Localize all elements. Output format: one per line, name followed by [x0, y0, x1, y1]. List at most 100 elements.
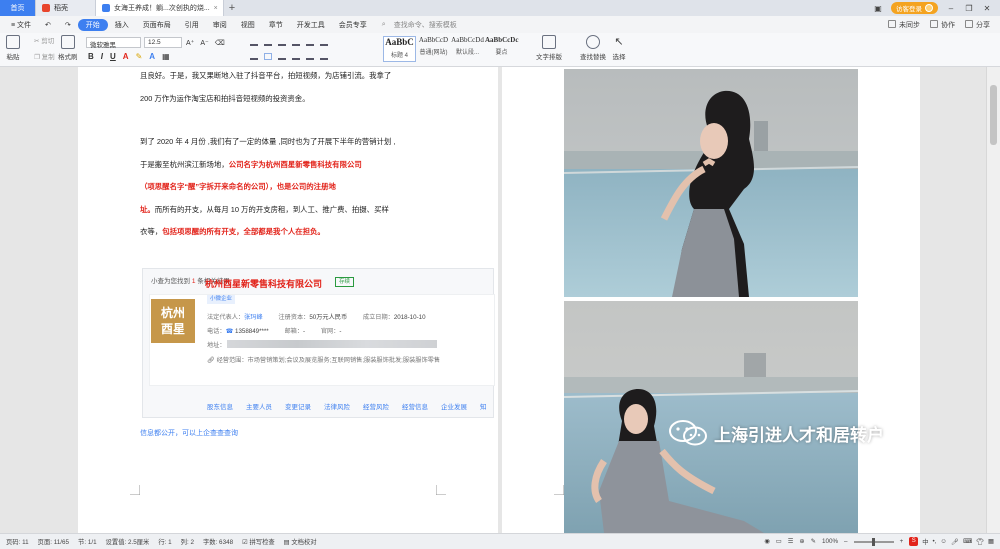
text-layout-button[interactable]: 文字排版 — [536, 35, 562, 61]
company-tag: 小微企业 — [207, 295, 236, 304]
card-tab-changes[interactable]: 变更记录 — [285, 401, 311, 411]
input-language[interactable]: 中 — [922, 537, 928, 546]
undo-icon[interactable]: ↶ — [38, 21, 58, 29]
view-pen-icon[interactable]: ✎ — [811, 538, 816, 545]
redo-icon[interactable]: ↷ — [58, 21, 78, 29]
vertical-scrollbar[interactable] — [986, 67, 1000, 533]
document-page-right[interactable] — [502, 67, 920, 533]
bullet-list-icon[interactable] — [250, 39, 258, 46]
zoom-slider[interactable] — [853, 537, 894, 546]
shading-icon[interactable] — [320, 53, 328, 60]
punctuation-icon[interactable]: •, — [933, 538, 937, 545]
document-page-left[interactable]: 且良好。于是，我又果断地入驻了抖音平台，拍短视频，为店铺引流。我拿了 200 万… — [78, 67, 498, 533]
line-spacing-icon[interactable] — [306, 53, 314, 60]
menu-references[interactable]: 引用 — [178, 20, 206, 30]
card-tab-legal-risk[interactable]: 法律风险 — [324, 401, 350, 411]
style-normal-web[interactable]: AaBbCcD 普通(网站) — [417, 36, 450, 62]
sort-icon[interactable] — [306, 39, 314, 46]
tab-home[interactable]: 首页 — [0, 0, 36, 16]
skin-icon[interactable]: 👕︎ — [976, 538, 984, 546]
view-outline-icon[interactable]: ☰ — [788, 538, 794, 545]
text-color-icon[interactable]: A — [149, 52, 155, 61]
shrink-font-icon[interactable]: A⁻ — [200, 39, 208, 47]
align-center-icon[interactable] — [264, 53, 272, 60]
highlight-icon[interactable]: ✎ — [136, 52, 143, 61]
collab-button[interactable]: 协作 — [930, 19, 955, 30]
underline-button[interactable]: U — [110, 52, 116, 61]
menu-insert[interactable]: 插入 — [108, 20, 136, 30]
sogou-icon[interactable]: S — [909, 537, 919, 546]
brush-icon — [60, 35, 75, 49]
qichacha-link[interactable]: 信息都公开，可以上企查查查询 — [140, 428, 238, 438]
scrollbar-thumb[interactable] — [990, 85, 997, 145]
zoom-in-button[interactable]: + — [900, 538, 904, 545]
select-button[interactable]: ↖ 选择 — [612, 35, 626, 61]
tab-document[interactable]: 女海王养成！躺...次创执的烧... × — [96, 0, 224, 16]
card-tab-business-risk[interactable]: 经营风险 — [363, 401, 389, 411]
emoji-icon[interactable]: ☺ — [941, 538, 947, 545]
menu-developer[interactable]: 开发工具 — [290, 20, 332, 30]
menu-start[interactable]: 开始 — [77, 18, 108, 31]
font-size-select[interactable]: 12.5 — [144, 37, 182, 48]
company-name[interactable]: 杭州酉星新零售科技有限公司 — [205, 277, 322, 290]
card-tab-key-people[interactable]: 主要人员 — [246, 401, 272, 411]
tab-docer[interactable]: 稻壳 — [36, 0, 96, 16]
menu-page-layout[interactable]: 页面布局 — [136, 20, 178, 30]
card-tab-business-info[interactable]: 经营信息 — [402, 401, 428, 411]
menu-file[interactable]: ≡ 文件 — [4, 20, 38, 30]
font-name-select[interactable]: 微软雅黑 — [86, 37, 141, 49]
new-tab-button[interactable]: + — [224, 0, 240, 16]
grid-icon[interactable]: ▦ — [988, 538, 994, 545]
copy-button[interactable]: ❐ 复制 — [34, 51, 55, 61]
align-right-icon[interactable] — [278, 53, 286, 60]
format-buttons: B I U A ✎ A ▦ — [88, 52, 170, 61]
increase-indent-icon[interactable] — [292, 39, 300, 46]
layout-icon[interactable]: ▣ — [873, 4, 883, 13]
justify-icon[interactable] — [292, 53, 300, 60]
spell-check-button[interactable]: ☑ 拼写检查 — [242, 537, 275, 546]
format-painter-button[interactable]: 格式刷 — [58, 35, 78, 61]
menu-review[interactable]: 审阅 — [206, 20, 234, 30]
card-tab-more[interactable]: 知 — [480, 401, 487, 411]
document-workspace: 且良好。于是，我又果断地入驻了抖音平台，拍短视频，为店铺引流。我拿了 200 万… — [0, 67, 1000, 533]
login-button[interactable]: 访客登录 — [891, 2, 938, 14]
mic-icon[interactable]: 🎤︎ — [951, 538, 959, 546]
card-tab-shareholders[interactable]: 股东信息 — [207, 401, 233, 411]
minimize-button[interactable]: – — [946, 4, 956, 13]
menu-view[interactable]: 视图 — [234, 20, 262, 30]
zoom-out-button[interactable]: – — [844, 538, 848, 545]
share-button[interactable]: 分享 — [965, 19, 990, 30]
border-icon[interactable]: ▦ — [162, 52, 170, 61]
numbered-list-icon[interactable] — [264, 39, 272, 46]
style-key-points[interactable]: AaBbCcDc 要点 — [485, 36, 518, 62]
show-marks-icon[interactable] — [320, 39, 328, 46]
decrease-indent-icon[interactable] — [278, 39, 286, 46]
status-pages[interactable]: 页面: 11/65 — [38, 537, 69, 546]
view-page-icon[interactable]: ▭ — [776, 538, 782, 545]
close-button[interactable]: ✕ — [982, 4, 992, 13]
style-default[interactable]: AaBbCcDd 默认段... — [451, 36, 484, 62]
style-heading4[interactable]: AaBbC 标题 4 — [383, 36, 416, 62]
bold-button[interactable]: B — [88, 52, 94, 61]
align-left-icon[interactable] — [250, 53, 258, 60]
italic-button[interactable]: I — [101, 52, 103, 61]
grow-font-icon[interactable]: A⁺ — [186, 39, 194, 47]
keyboard-icon[interactable]: ⌨ — [963, 538, 972, 545]
zoom-level[interactable]: 100% — [822, 538, 838, 545]
find-replace-button[interactable]: 查找替换 — [580, 35, 606, 61]
command-search[interactable]: ⌕ 查找命令、搜索模板 — [382, 20, 457, 30]
sync-button[interactable]: 未同步 — [888, 19, 920, 30]
menu-chapter[interactable]: 章节 — [262, 20, 290, 30]
view-web-icon[interactable]: ⊕ — [799, 538, 804, 545]
cut-button[interactable]: ✂ 剪切 — [34, 35, 54, 45]
close-tab-icon[interactable]: × — [210, 5, 218, 12]
menu-member[interactable]: 会员专享 — [332, 20, 374, 30]
font-color-icon[interactable]: A — [123, 52, 129, 61]
status-word-count[interactable]: 字数: 6348 — [203, 537, 233, 546]
paste-button[interactable]: 粘贴 — [6, 35, 20, 61]
maximize-button[interactable]: ❐ — [964, 4, 974, 13]
view-read-icon[interactable]: ◉ — [764, 538, 770, 545]
clear-format-icon[interactable]: ⌫ — [215, 39, 225, 47]
proofread-button[interactable]: ▤ 文档校对 — [284, 537, 317, 546]
card-tab-development[interactable]: 企业发展 — [441, 401, 467, 411]
